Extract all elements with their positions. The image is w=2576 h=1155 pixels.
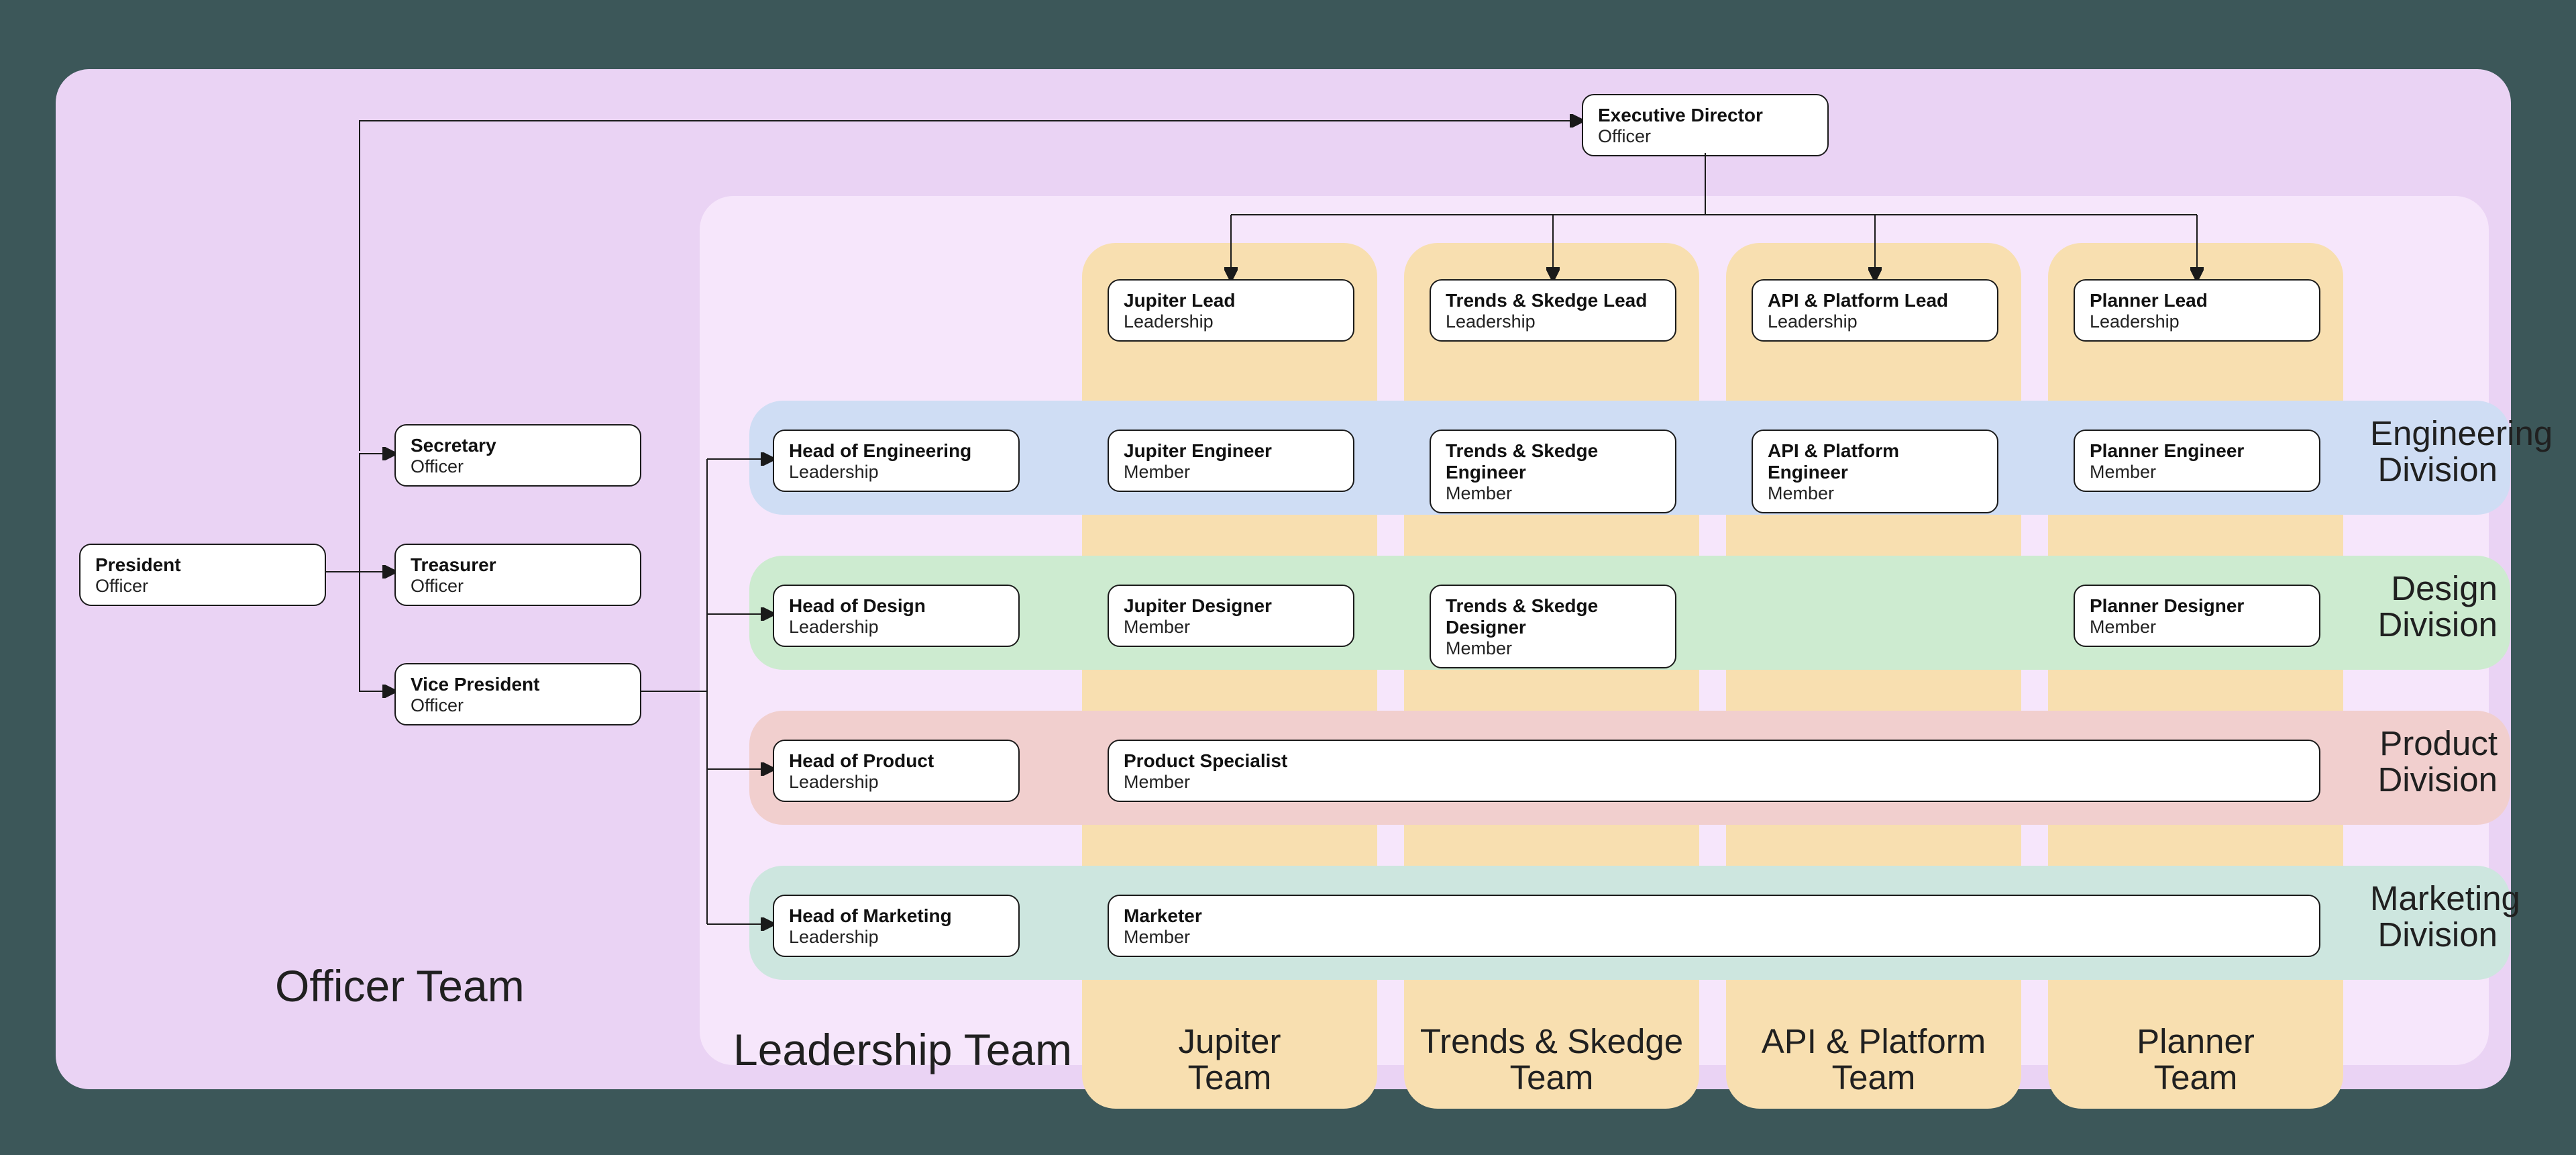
api-lead-card: API & Platform Lead Leadership [1752,279,1998,342]
head-eng-sub: Leadership [789,462,1004,483]
planner-team-label: Planner Team [2048,1023,2343,1095]
design-division-label: Design Division [2370,570,2498,642]
jupiter-designer-card: Jupiter Designer Member [1108,585,1354,647]
head-eng-title: Head of Engineering [789,440,1004,462]
jup-eng-sub: Member [1124,462,1338,483]
plan-des-title: Planner Designer [2090,595,2304,617]
product-division-label: Product Division [2370,725,2498,797]
president-title: President [95,554,310,576]
head-mkt-title: Head of Marketing [789,905,1004,927]
trends-eng-title: Trends & Skedge Engineer [1446,440,1660,483]
secretary-title: Secretary [411,435,625,456]
trends-lead-sub: Leadership [1446,311,1660,332]
api-lead-title: API & Platform Lead [1768,290,1982,311]
head-prod-sub: Leadership [789,772,1004,793]
head-of-engineering-card: Head of Engineering Leadership [773,430,1020,492]
planner-lead-sub: Leadership [2090,311,2304,332]
product-specialist-card: Product Specialist Member [1108,740,2320,802]
trends-des-sub: Member [1446,638,1660,659]
jupiter-lead-card: Jupiter Lead Leadership [1108,279,1354,342]
marketing-division-label: Marketing Division [2370,881,2498,952]
president-card: President Officer [79,544,326,606]
trends-skedge-team-label: Trends & Skedge Team [1404,1023,1699,1095]
jup-des-sub: Member [1124,617,1338,638]
planner-lead-card: Planner Lead Leadership [2074,279,2320,342]
api-eng-sub: Member [1768,483,1982,504]
president-sub: Officer [95,576,310,597]
head-mkt-sub: Leadership [789,927,1004,948]
trends-engineer-card: Trends & Skedge Engineer Member [1430,430,1676,513]
head-of-product-card: Head of Product Leadership [773,740,1020,802]
prod-spec-title: Product Specialist [1124,750,2304,772]
api-eng-title: API & Platform Engineer [1768,440,1982,483]
trends-des-title: Trends & Skedge Designer [1446,595,1660,638]
jupiter-lead-sub: Leadership [1124,311,1338,332]
head-of-design-card: Head of Design Leadership [773,585,1020,647]
secretary-card: Secretary Officer [394,424,641,487]
jupiter-team-label: Jupiter Team [1082,1023,1377,1095]
vp-title: Vice President [411,674,625,695]
vice-president-card: Vice President Officer [394,663,641,725]
exec-dir-title: Executive Director [1598,105,1813,126]
marketer-title: Marketer [1124,905,2304,927]
jupiter-engineer-card: Jupiter Engineer Member [1108,430,1354,492]
treasurer-card: Treasurer Officer [394,544,641,606]
plan-eng-sub: Member [2090,462,2304,483]
executive-director-card: Executive Director Officer [1582,94,1829,156]
officer-team-label: Officer Team [275,963,525,1009]
planner-designer-card: Planner Designer Member [2074,585,2320,647]
trends-eng-sub: Member [1446,483,1660,504]
treasurer-title: Treasurer [411,554,625,576]
marketer-sub: Member [1124,927,2304,948]
prod-spec-sub: Member [1124,772,2304,793]
api-engineer-card: API & Platform Engineer Member [1752,430,1998,513]
org-chart-canvas: { "labels": { "officer_team": "Officer T… [0,0,2576,1155]
vp-sub: Officer [411,695,625,716]
api-platform-team-label: API & Platform Team [1726,1023,2021,1095]
head-of-marketing-card: Head of Marketing Leadership [773,895,1020,957]
api-lead-sub: Leadership [1768,311,1982,332]
plan-des-sub: Member [2090,617,2304,638]
exec-dir-sub: Officer [1598,126,1813,147]
jup-des-title: Jupiter Designer [1124,595,1338,617]
marketer-card: Marketer Member [1108,895,2320,957]
trends-designer-card: Trends & Skedge Designer Member [1430,585,1676,668]
head-prod-title: Head of Product [789,750,1004,772]
jupiter-lead-title: Jupiter Lead [1124,290,1338,311]
plan-eng-title: Planner Engineer [2090,440,2304,462]
secretary-sub: Officer [411,456,625,477]
head-des-title: Head of Design [789,595,1004,617]
planner-engineer-card: Planner Engineer Member [2074,430,2320,492]
jup-eng-title: Jupiter Engineer [1124,440,1338,462]
engineering-division-label: Engineering Division [2370,415,2498,487]
planner-lead-title: Planner Lead [2090,290,2304,311]
head-des-sub: Leadership [789,617,1004,638]
treasurer-sub: Officer [411,576,625,597]
trends-lead-card: Trends & Skedge Lead Leadership [1430,279,1676,342]
leadership-team-label: Leadership Team [733,1027,1072,1073]
trends-lead-title: Trends & Skedge Lead [1446,290,1660,311]
